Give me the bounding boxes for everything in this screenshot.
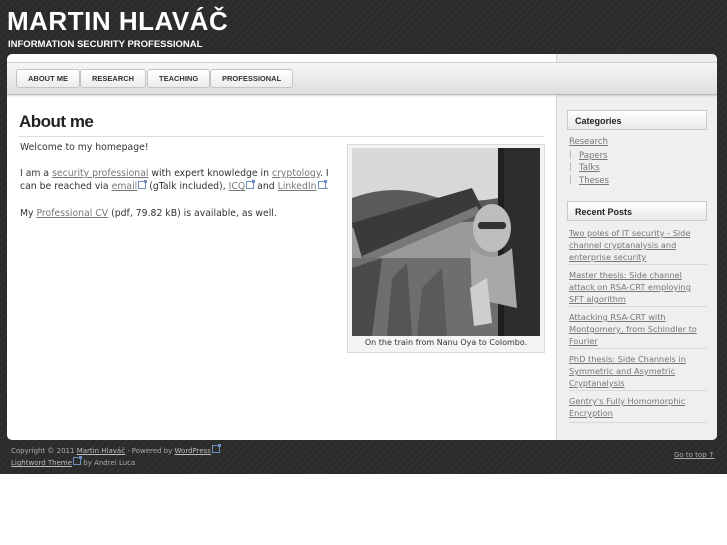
cv-text-1: My: [20, 208, 37, 219]
footer-theme-author: by Andrei Luca: [81, 459, 136, 467]
intro-text-4: (gTalk included),: [146, 181, 229, 192]
photo-caption: On the train from Nanu Oya to Colombo.: [364, 338, 528, 347]
external-link-icon: [246, 180, 256, 189]
footer-powered-text: · Powered by: [125, 447, 175, 455]
email-link[interactable]: email: [112, 181, 138, 192]
tab-research[interactable]: RESEARCH: [80, 69, 147, 88]
go-to-top-link[interactable]: Go to top ↑: [674, 451, 715, 459]
footer-copyright: Copyright © 2011: [11, 447, 77, 455]
intro-text-5: and: [254, 181, 278, 192]
external-link-icon: [211, 444, 221, 453]
site-description: INFORMATION SECURITY PROFESSIONAL: [8, 39, 203, 50]
post-divider: [569, 264, 707, 265]
intro-text-1: I am a: [20, 168, 53, 179]
recent-post-link[interactable]: Two poles of IT security - Side channel …: [569, 227, 707, 263]
footer-credits: Copyright © 2011 Martin Hlaváč · Powered…: [11, 444, 221, 469]
post-divider: [569, 422, 707, 423]
tab-professional[interactable]: PROFESSIONAL: [210, 69, 294, 88]
post-divider: [569, 348, 707, 349]
footer-author-link[interactable]: Martin Hlaváč: [77, 447, 125, 455]
tree-line-icon: [570, 175, 576, 184]
recent-post-link[interactable]: PhD thesis: Side Channels in Symmetric a…: [569, 353, 707, 389]
main-navigation: ABOUT ME RESEARCH TEACHING PROFESSIONAL: [7, 62, 717, 95]
page-title: About me: [19, 112, 94, 131]
post-divider: [569, 390, 707, 391]
category-papers-label[interactable]: Papers: [579, 151, 608, 161]
train-photo-image: [352, 148, 540, 336]
recent-post-title[interactable]: Gentry's Fully Homomorphic Encryption: [569, 396, 685, 418]
recent-post-title[interactable]: PhD thesis: Side Channels in Symmetric a…: [569, 354, 686, 388]
recent-post-link[interactable]: Attacking RSA-CRT with Montgomery, from …: [569, 311, 707, 347]
tree-line-icon: [570, 162, 576, 171]
category-theses[interactable]: Theses: [570, 175, 609, 187]
welcome-text: Welcome to my homepage!: [20, 142, 149, 153]
category-talks[interactable]: Talks: [570, 162, 600, 174]
train-photo: [352, 148, 540, 336]
recent-post-title[interactable]: Master thesis: Side channel attack on RS…: [569, 270, 691, 304]
recent-post-link[interactable]: Gentry's Fully Homomorphic Encryption: [569, 395, 707, 419]
external-link-icon: [317, 180, 327, 189]
recent-post-link[interactable]: Master thesis: Side channel attack on RS…: [569, 269, 707, 305]
photo-figure: On the train from Nanu Oya to Colombo.: [347, 144, 545, 353]
professional-cv-link[interactable]: Professional CV: [36, 208, 108, 219]
recent-post-title[interactable]: Two poles of IT security - Side channel …: [569, 228, 690, 262]
content-container: About me Welcome to my homepage! I am a …: [7, 54, 717, 440]
external-link-icon: [138, 180, 148, 189]
category-talks-label[interactable]: Talks: [579, 163, 600, 173]
site-title[interactable]: MARTIN HLAVÁČ: [7, 5, 228, 37]
external-link-icon: [73, 456, 83, 465]
tab-about-me[interactable]: ABOUT ME: [16, 69, 80, 88]
cv-text-2: (pdf, 79.82 kB) is available, as well.: [108, 208, 277, 219]
recent-post-title[interactable]: Attacking RSA-CRT with Montgomery, from …: [569, 312, 697, 346]
cryptology-link[interactable]: cryptology: [272, 168, 320, 179]
intro-text-2: with expert knowledge in: [148, 168, 272, 179]
category-papers[interactable]: Papers: [570, 150, 608, 162]
category-research-link[interactable]: Research: [569, 136, 608, 148]
page-frame: MARTIN HLAVÁČ INFORMATION SECURITY PROFE…: [0, 0, 727, 474]
linkedin-link[interactable]: LinkedIn: [278, 181, 317, 192]
wordpress-link[interactable]: WordPress: [175, 447, 211, 455]
cv-paragraph: My Professional CV (pdf, 79.82 kB) is av…: [20, 207, 342, 220]
categories-widget-title: Categories: [567, 110, 707, 130]
title-divider: [19, 136, 544, 137]
tree-line-icon: [570, 150, 576, 159]
icq-link[interactable]: ICQ: [229, 181, 246, 192]
intro-paragraph: I am a security professional with expert…: [20, 167, 342, 193]
post-divider: [569, 306, 707, 307]
recent-posts-widget-title: Recent Posts: [567, 201, 707, 221]
security-professional-link[interactable]: security professional: [52, 168, 148, 179]
theme-link[interactable]: Lightword Theme: [11, 459, 72, 467]
tab-teaching[interactable]: TEACHING: [147, 69, 211, 88]
category-theses-label[interactable]: Theses: [579, 176, 609, 186]
